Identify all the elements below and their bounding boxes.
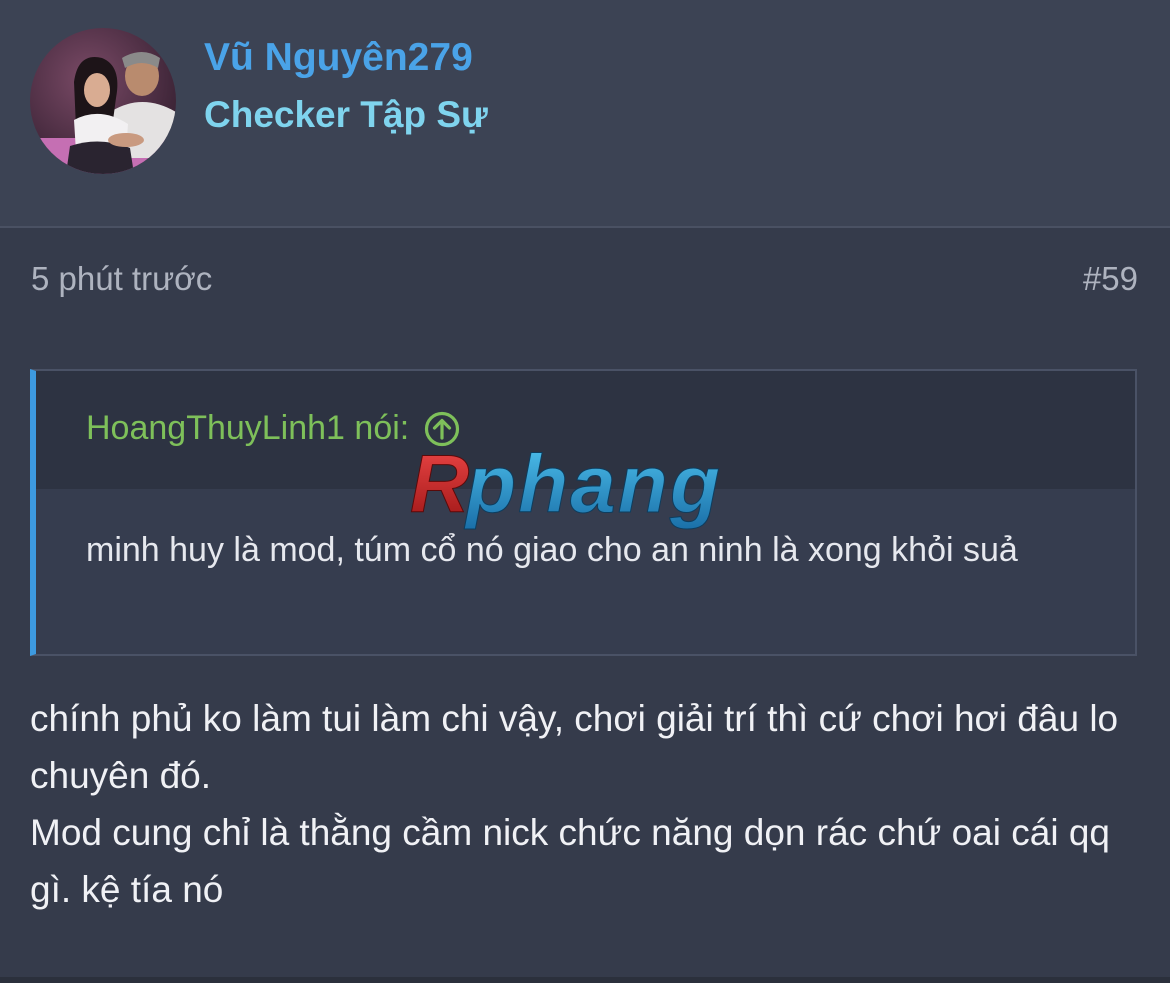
user-avatar-photo: [30, 28, 176, 174]
quote-text: minh huy là mod, túm cổ nó giao cho an n…: [86, 531, 1018, 569]
username-link[interactable]: Vũ Nguyên279: [204, 36, 473, 80]
post-number-link[interactable]: #59: [1083, 260, 1138, 298]
quote-author-label: HoangThuyLinh1 nói:: [86, 409, 410, 447]
user-rank-title: Checker Tập Sự: [204, 94, 488, 135]
arrow-up-circle-icon[interactable]: [423, 410, 461, 448]
quote-block: HoangThuyLinh1 nói: minh huy là mod, túm…: [30, 369, 1137, 656]
post-timestamp[interactable]: 5 phút trước: [31, 260, 212, 298]
post-paragraph: chính phủ ko làm tui làm chi vậy, chơi g…: [30, 698, 1119, 796]
post-header: Vũ Nguyên279 Checker Tập Sự: [0, 0, 1170, 228]
post-content: chính phủ ko làm tui làm chi vậy, chơi g…: [30, 690, 1150, 918]
divider: [0, 977, 1170, 983]
quote-author-line[interactable]: HoangThuyLinh1 nói:: [86, 409, 461, 448]
quote-header: HoangThuyLinh1 nói:: [36, 371, 1135, 489]
avatar[interactable]: [30, 28, 176, 174]
post-paragraph: Mod cung chỉ là thằng cầm nick chức năng…: [30, 812, 1110, 910]
